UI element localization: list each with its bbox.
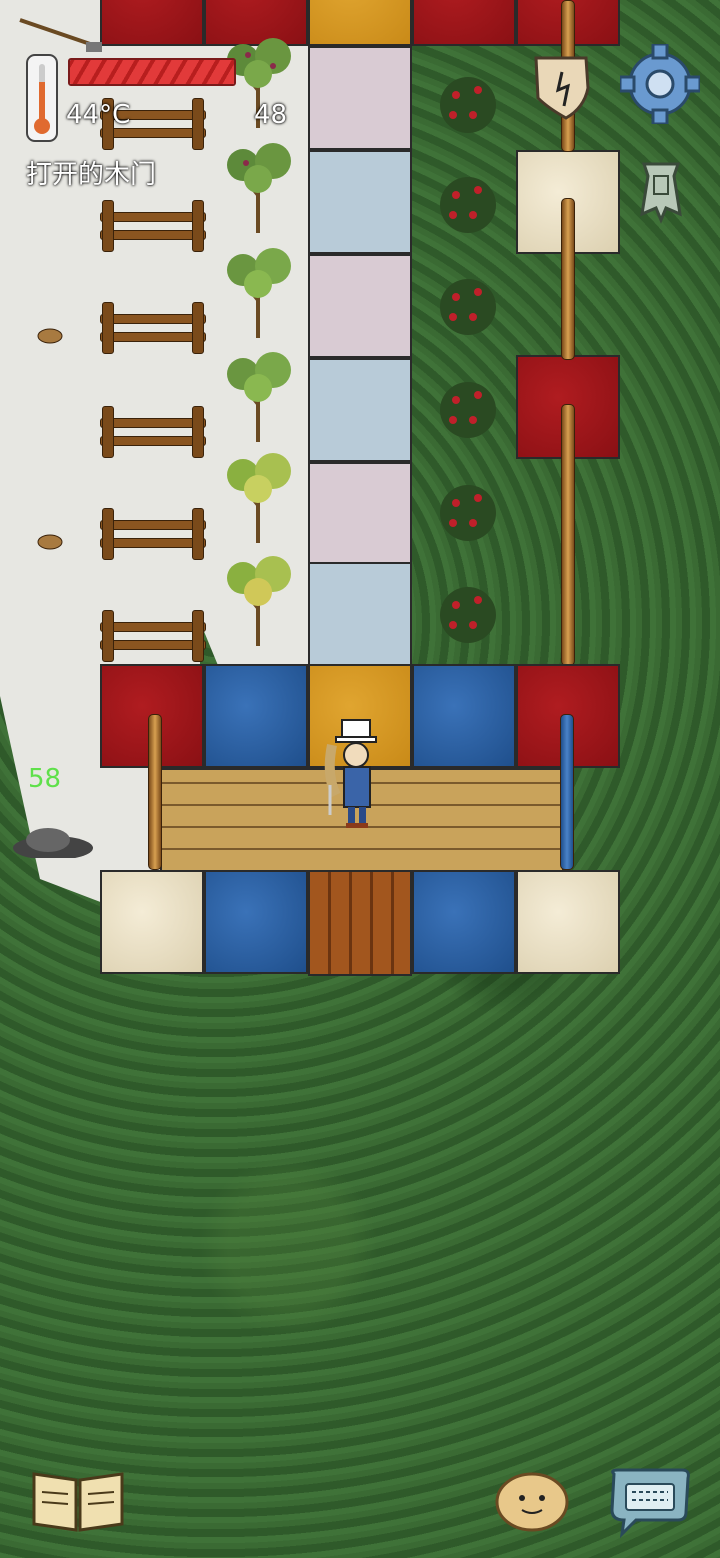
rabbit-floor-tile bbox=[308, 562, 412, 666]
status-text: 打开的木门 bbox=[26, 160, 157, 190]
wall-tile-cream bbox=[100, 870, 204, 974]
fruit-tree[interactable] bbox=[218, 135, 298, 235]
bear-floor-tile bbox=[308, 46, 412, 150]
bear-floor-tile bbox=[308, 254, 412, 358]
keyboard-chat-icon[interactable] bbox=[606, 1466, 692, 1538]
wooden-post bbox=[561, 404, 575, 666]
wooden-post bbox=[561, 198, 575, 360]
recipe-book-icon[interactable] bbox=[28, 1466, 128, 1536]
fruit-tree[interactable] bbox=[218, 548, 298, 648]
wall-tile-blue bbox=[412, 870, 516, 974]
rabbit-floor-tile bbox=[308, 150, 412, 254]
wooden-fence[interactable] bbox=[100, 508, 206, 560]
wall-tile-blue bbox=[204, 664, 308, 768]
player-character[interactable] bbox=[322, 715, 392, 835]
age-readout: 48 bbox=[254, 100, 288, 130]
rose-bush[interactable] bbox=[428, 262, 508, 342]
wall-tile-gold bbox=[308, 0, 412, 46]
gear-icon[interactable] bbox=[620, 44, 700, 124]
rose-bush[interactable] bbox=[428, 365, 508, 445]
floating-number: 58 bbox=[28, 764, 62, 794]
fruit-tree[interactable] bbox=[218, 344, 298, 444]
temperature-readout: 44°C bbox=[66, 100, 131, 130]
wooden-fence[interactable] bbox=[100, 610, 206, 662]
health-bar bbox=[68, 58, 236, 86]
rock-pile[interactable] bbox=[8, 818, 98, 858]
game-world[interactable] bbox=[0, 0, 720, 1558]
rose-bush[interactable] bbox=[428, 570, 508, 650]
wall-tile-blue bbox=[204, 870, 308, 974]
emote-face-icon[interactable] bbox=[494, 1470, 570, 1532]
thermometer-icon bbox=[26, 54, 58, 144]
wooden-post bbox=[148, 714, 162, 870]
health-bar-fill bbox=[70, 60, 234, 84]
melting-clock-icon[interactable] bbox=[526, 48, 596, 122]
fruit-tree[interactable] bbox=[218, 240, 298, 340]
bear-floor-tile bbox=[308, 462, 412, 566]
wooden-fence[interactable] bbox=[100, 302, 206, 354]
rabbit-floor-tile bbox=[308, 358, 412, 462]
wall-tile-cream bbox=[516, 870, 620, 974]
ancient-coin-icon[interactable] bbox=[636, 154, 686, 224]
wooden-fence[interactable] bbox=[100, 406, 206, 458]
rose-bush[interactable] bbox=[428, 60, 508, 140]
wall-tile-red bbox=[412, 0, 516, 46]
rose-bush[interactable] bbox=[428, 468, 508, 548]
shovel[interactable] bbox=[16, 16, 106, 56]
wooden-door[interactable] bbox=[308, 870, 412, 976]
clay-bowl[interactable] bbox=[36, 532, 64, 552]
wooden-post bbox=[560, 714, 574, 870]
wooden-fence[interactable] bbox=[100, 200, 206, 252]
clay-bowl[interactable] bbox=[36, 326, 64, 346]
wall-tile-blue bbox=[412, 664, 516, 768]
wall-tile-red bbox=[100, 0, 204, 46]
fruit-tree[interactable] bbox=[218, 445, 298, 545]
rose-bush[interactable] bbox=[428, 160, 508, 240]
